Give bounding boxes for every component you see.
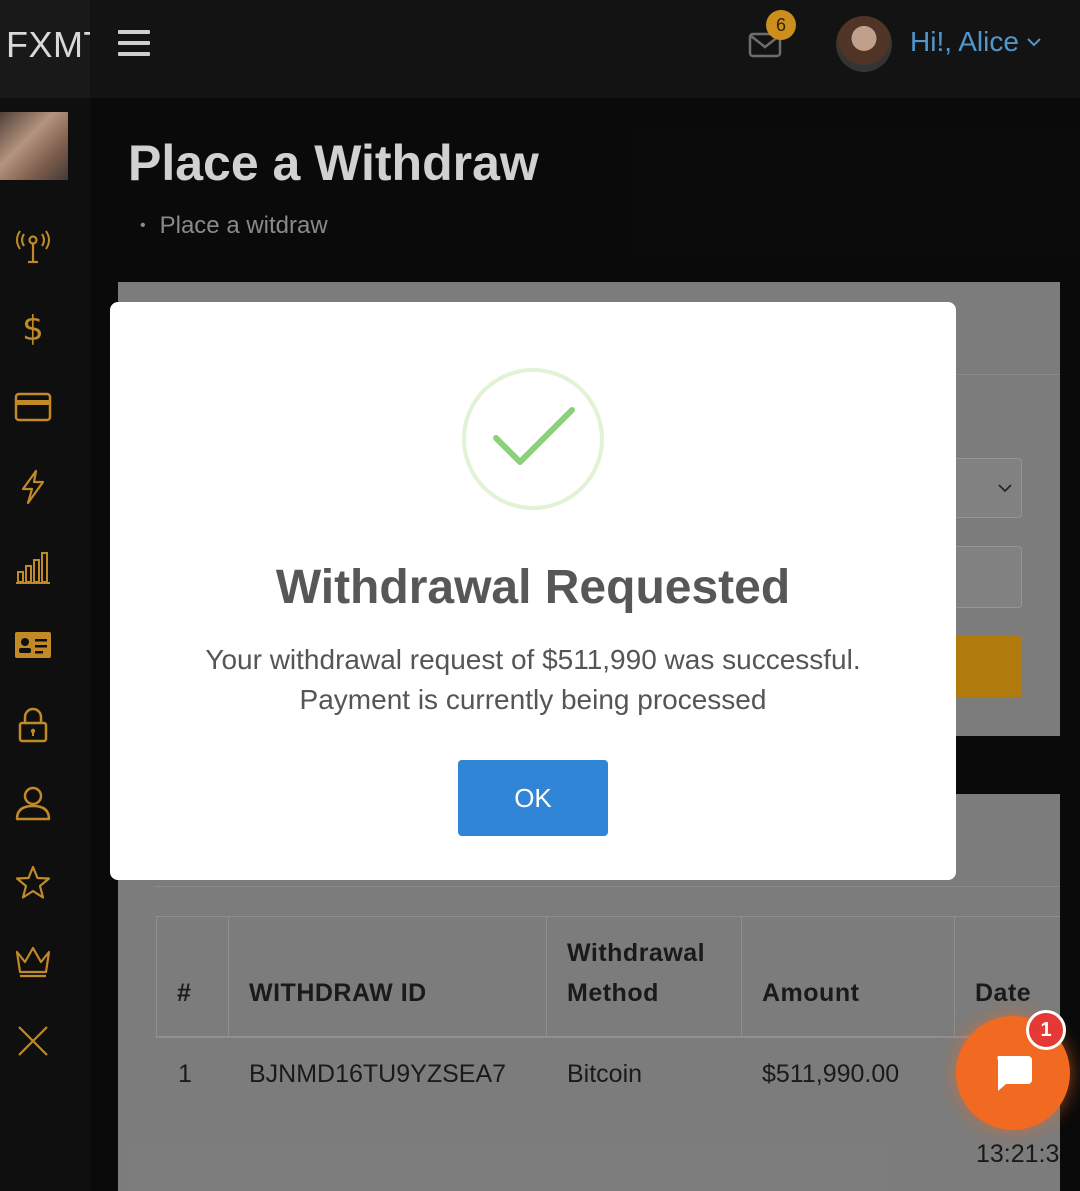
dialog-title: Withdrawal Requested (275, 561, 791, 614)
chat-badge: 1 (1026, 1010, 1066, 1050)
success-dialog: Withdrawal Requested Your withdrawal req… (110, 302, 956, 880)
success-check-icon (462, 368, 604, 510)
chat-icon (997, 1056, 1032, 1091)
dialog-message: Your withdrawal request of $511,990 was … (205, 644, 861, 715)
ok-button[interactable]: OK (458, 760, 608, 836)
